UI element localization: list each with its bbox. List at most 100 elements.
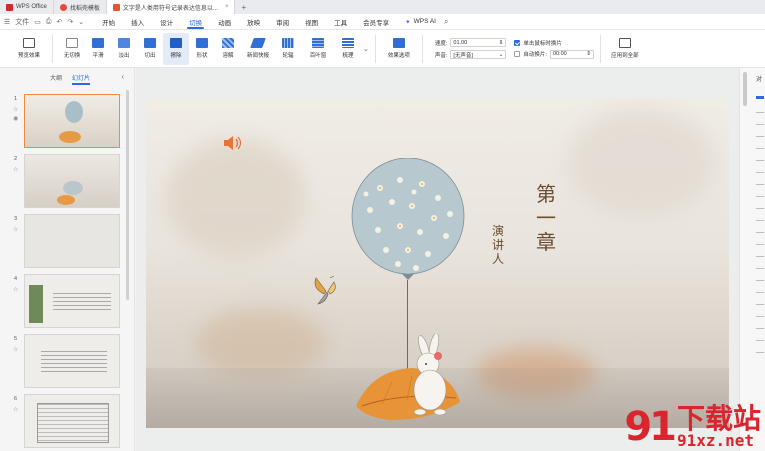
speed-input[interactable]: 01.00 ⇕ <box>450 38 507 47</box>
pane-lines <box>756 112 764 362</box>
preview-effect-button[interactable]: 预览效果 <box>12 33 46 65</box>
panel-tabs: 大纲 幻灯片 ‹ <box>0 68 134 86</box>
panel-scrollbar[interactable] <box>126 90 129 300</box>
slide-thumbnail[interactable] <box>24 274 120 328</box>
file-menu[interactable]: 文件 <box>15 17 29 27</box>
audio-icon: ◉ <box>13 116 19 122</box>
slide-thumbnail[interactable] <box>24 94 120 148</box>
effect-cut[interactable]: 切出 <box>137 33 163 65</box>
tab-label: 文字是人类用符号记录表达信息以... <box>122 5 218 12</box>
tab-outline[interactable]: 大纲 <box>50 73 62 82</box>
slide-thumb-row[interactable]: 3 ☆ <box>0 214 130 270</box>
shape-icon <box>196 38 208 48</box>
redo-icon[interactable]: ↷ <box>67 18 73 26</box>
menu-bar: ☰ 文件 ▭ ⎙ ↶ ↷ ⌄ 开始 插入 设计 切换 动画 放映 审阅 视图 工… <box>0 14 765 30</box>
current-slide[interactable]: 第 一 章 演 讲 人 <box>146 98 729 428</box>
effect-label: 平滑 <box>92 53 104 59</box>
slide-number: 5 <box>14 336 18 342</box>
watermark-number: 91 <box>624 404 677 450</box>
menu-view[interactable]: 视图 <box>297 14 326 30</box>
auto-advance-row[interactable]: 自动换片: 00:00 ⇕ <box>514 49 594 59</box>
dissolve-icon <box>222 38 234 48</box>
watermark-title: 下载站 <box>676 402 761 435</box>
on-click-checkbox[interactable] <box>514 39 521 46</box>
menu-transition[interactable]: 切换 <box>181 14 210 30</box>
quick-access-toolbar: ☰ 文件 ▭ ⎙ ↶ ↷ ⌄ <box>4 17 84 27</box>
tab-template[interactable]: 找稻壳模板 <box>54 0 107 14</box>
slide-thumbnail[interactable] <box>24 214 120 268</box>
ribbon-divider <box>374 34 376 63</box>
effect-label: 无切换 <box>63 53 81 59</box>
ribbon-divider <box>421 34 423 63</box>
editor-scrollbar[interactable] <box>743 72 747 106</box>
effect-dissolve[interactable]: 溶解 <box>215 33 241 65</box>
menu-home[interactable]: 开始 <box>94 14 123 30</box>
menu-tools[interactable]: 工具 <box>326 14 355 30</box>
effect-wipe[interactable]: 擦除 <box>163 32 189 65</box>
wps-logo-icon <box>6 3 13 11</box>
menu-slideshow[interactable]: 放映 <box>239 14 268 30</box>
chapter-title[interactable]: 第 一 章 <box>536 182 556 254</box>
slide-thumb-row[interactable]: 5 ☆ <box>0 334 130 390</box>
auto-advance-checkbox[interactable] <box>514 51 521 57</box>
effect-blinds[interactable]: 百叶窗 <box>301 33 335 65</box>
save-icon[interactable]: ▭ <box>34 18 41 26</box>
undo-icon[interactable]: ↶ <box>57 18 63 26</box>
print-icon[interactable]: ⎙ <box>46 18 52 26</box>
menu-animation[interactable]: 动画 <box>210 14 239 30</box>
speaker-icon[interactable] <box>222 134 244 152</box>
speaker-char: 人 <box>492 252 505 266</box>
search-icon[interactable]: ⌕ <box>444 17 448 27</box>
effect-options-button[interactable]: 效果选项 <box>382 33 416 65</box>
stepper-icon[interactable]: ⇕ <box>586 51 591 57</box>
advance-params: 单击鼠标时换片 自动换片: 00:00 ⇕ <box>514 39 594 59</box>
speed-label: 速度: <box>434 40 448 47</box>
no-transition-icon <box>66 38 78 48</box>
slide-thumb-row[interactable]: 6 ☆ <box>0 394 130 450</box>
on-click-checkbox-row[interactable]: 单击鼠标时换片 <box>514 39 594 47</box>
effect-fade[interactable]: 淡出 <box>111 33 137 65</box>
effect-wheel[interactable]: 轮辐 <box>275 33 301 65</box>
slide-thumb-row[interactable]: 2 ☆ <box>0 154 130 210</box>
star-icon: ☆ <box>13 167 19 173</box>
slide-thumb-row[interactable]: 4 ☆ <box>0 274 130 330</box>
speed-value: 01.00 <box>453 39 468 46</box>
slide-thumbnail[interactable] <box>24 154 120 208</box>
collapse-panel-icon[interactable]: ‹ <box>121 72 124 81</box>
wps-ai-button[interactable]: ✦ WPS AI <box>397 18 444 26</box>
slide-editing-area: 第 一 章 演 讲 人 <box>136 68 739 451</box>
effect-newsflash[interactable]: 新闻快报 <box>241 33 275 65</box>
apply-all-button[interactable]: 应用到全部 <box>607 33 643 65</box>
newsflash-icon <box>250 38 266 48</box>
tab-document[interactable]: 文字是人类用符号记录表达信息以... × <box>106 0 236 14</box>
slide-thumbnail[interactable] <box>24 334 120 388</box>
chevron-down-icon[interactable]: ⌄ <box>78 18 84 26</box>
sound-value: [无声音] <box>453 52 473 59</box>
menu-insert[interactable]: 插入 <box>123 14 152 30</box>
speaker-label[interactable]: 演 讲 人 <box>492 224 504 266</box>
effect-comb[interactable]: 梳理 <box>335 33 361 65</box>
slide-number: 6 <box>14 396 18 402</box>
slide-thumbnail[interactable] <box>24 394 120 448</box>
sound-select[interactable]: [无声音] ⌄ <box>450 50 507 59</box>
hamburger-icon[interactable]: ☰ <box>4 18 10 26</box>
new-tab-button[interactable]: + <box>235 0 252 14</box>
close-tab-icon[interactable]: × <box>225 4 229 10</box>
chevron-down-icon[interactable]: ⌄ <box>363 45 369 53</box>
auto-time-input[interactable]: 00:00 ⇕ <box>549 49 594 59</box>
effect-label: 梳理 <box>342 53 354 59</box>
site-watermark: 91 下载站 91xz.net <box>624 405 761 449</box>
slide-thumb-row[interactable]: 1 ☆ ◉ <box>0 94 130 150</box>
tab-wps-office[interactable]: WPS Office <box>0 0 54 14</box>
speaker-char: 演 <box>492 224 505 238</box>
menu-review[interactable]: 审阅 <box>268 14 297 30</box>
balloon-illustration <box>350 157 466 288</box>
effect-shape[interactable]: 形状 <box>189 33 215 65</box>
menu-design[interactable]: 设计 <box>152 14 181 30</box>
tab-slides[interactable]: 幻灯片 <box>72 73 91 85</box>
effect-none[interactable]: 无切换 <box>59 33 85 65</box>
background-blur <box>166 138 306 258</box>
effect-smooth[interactable]: 平滑 <box>85 33 111 65</box>
stepper-icon[interactable]: ⇕ <box>499 40 504 46</box>
menu-member[interactable]: 会员专享 <box>355 14 397 30</box>
